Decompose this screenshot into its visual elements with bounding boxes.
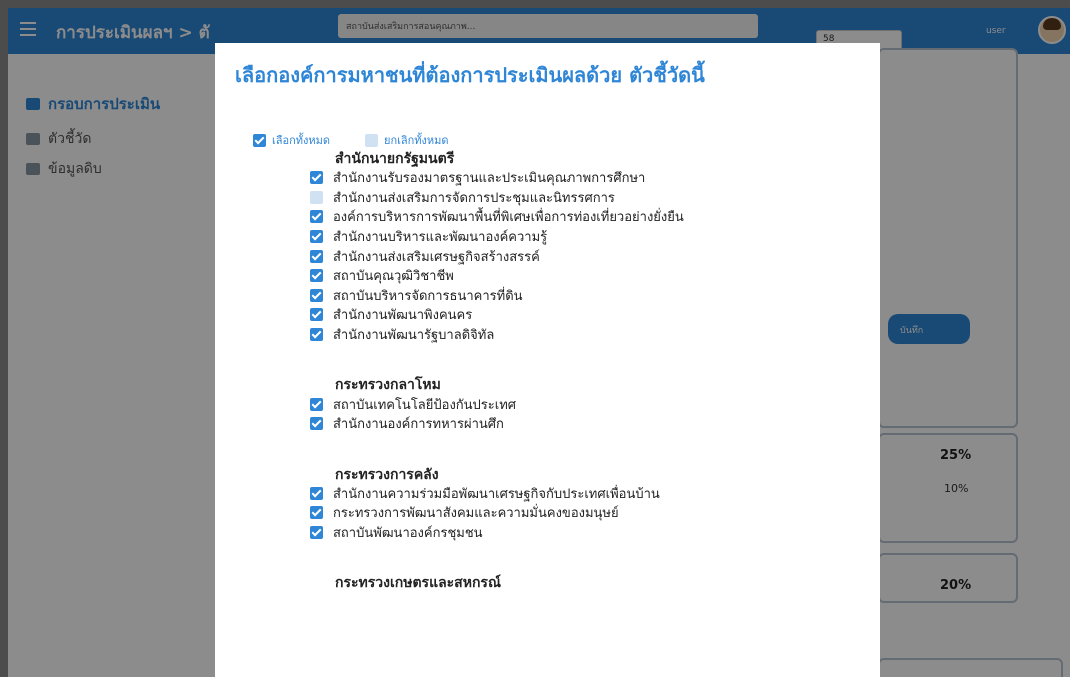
organization-label: สำนักงานพัฒนารัฐบาลดิจิทัล [333,328,495,344]
group-heading: สำนักนายกรัฐมนตรี [335,151,455,167]
organization-label: สถาบันพัฒนาองค์กรชุมชน [333,526,483,542]
checkbox-checked-icon [253,133,266,147]
deselect-all-label: ยกเลิกทั้งหมด [384,134,449,147]
organization-label: สถาบันเทคโนโลยีป้องกันประเทศ [333,397,517,413]
organization-list: สำนักนายกรัฐมนตรีสำนักงานรับรองมาตรฐานแล… [310,148,684,592]
select-all-button[interactable]: เลือกทั้งหมด [253,131,330,149]
organization-label: กระทรวงการพัฒนาสังคมและความมั่นคงของมนุษ… [333,506,619,522]
organization-label: สถาบันคุณวุฒิวิชาชีพ [333,269,454,285]
organization-checkbox-row[interactable]: สำนักงานรับรองมาตรฐานและประเมินคุณภาพการ… [310,168,684,188]
organization-label: สถาบันบริหารจัดการธนาคารที่ดิน [333,288,523,304]
organization-checkbox-row[interactable]: สำนักงานองค์การทหารผ่านศึก [310,414,684,434]
checkbox-checked-icon[interactable] [310,397,323,411]
organization-label: สำนักงานพัฒนาพิงคนคร [333,308,473,324]
group-heading: กระทรวงเกษตรและสหกรณ์ [335,575,501,592]
checkbox-unchecked-icon [365,133,378,147]
checkbox-checked-icon[interactable] [310,288,323,302]
organization-label: สำนักงานความร่วมมือพัฒนาเศรษฐกิจกับประเท… [333,486,660,502]
organization-label: สำนักงานรับรองมาตรฐานและประเมินคุณภาพการ… [333,171,646,187]
organization-checkbox-row[interactable]: สำนักงานส่งเสริมการจัดการประชุมและนิทรรศ… [310,188,684,208]
organization-label: สำนักงานองค์การทหารผ่านศึก [333,417,504,433]
organization-label: สำนักงานบริหารและพัฒนาองค์ความรู้ [333,230,548,246]
checkbox-checked-icon[interactable] [310,328,323,342]
organization-checkbox-row[interactable]: สถาบันเทคโนโลยีป้องกันประเทศ [310,394,684,414]
organization-checkbox-row[interactable]: สำนักงานพัฒนาพิงคนคร [310,305,684,325]
checkbox-checked-icon[interactable] [310,308,323,322]
deselect-all-button[interactable]: ยกเลิกทั้งหมด [365,131,449,149]
checkbox-checked-icon[interactable] [310,486,323,500]
checkbox-unchecked-icon[interactable] [310,190,323,204]
checkbox-checked-icon[interactable] [310,230,323,244]
organization-checkbox-row[interactable]: สำนักงานบริหารและพัฒนาองค์ความรู้ [310,227,684,247]
checkbox-checked-icon[interactable] [310,171,323,185]
organization-checkbox-row[interactable]: สถาบันพัฒนาองค์กรชุมชน [310,523,684,543]
organization-label: องค์การบริหารการพัฒนาพื้นที่พิเศษเพื่อกา… [333,210,684,226]
select-all-label: เลือกทั้งหมด [272,134,331,147]
checkbox-checked-icon[interactable] [310,210,323,224]
checkbox-checked-icon[interactable] [310,506,323,520]
organization-checkbox-row[interactable]: สถาบันคุณวุฒิวิชาชีพ [310,266,684,286]
checkbox-checked-icon[interactable] [310,417,323,431]
organization-label: สำนักงานส่งเสริมเศรษฐกิจสร้างสรรค์ [333,249,540,265]
group-heading: กระทรวงการคลัง [335,466,439,483]
modal-title: เลือกองค์การมหาชนที่ต้องการประเมินผลด้วย… [235,63,705,87]
checkbox-checked-icon[interactable] [310,526,323,540]
organization-checkbox-row[interactable]: องค์การบริหารการพัฒนาพื้นที่พิเศษเพื่อกา… [310,207,684,227]
organization-checkbox-row[interactable]: สถาบันบริหารจัดการธนาคารที่ดิน [310,286,684,306]
group-heading: กระทรวงกลาโหม [335,377,441,394]
checkbox-checked-icon[interactable] [310,269,323,283]
organization-checkbox-row[interactable]: สำนักงานพัฒนารัฐบาลดิจิทัล [310,325,684,345]
checkbox-checked-icon[interactable] [310,249,323,263]
organization-checkbox-row[interactable]: สำนักงานส่งเสริมเศรษฐกิจสร้างสรรค์ [310,246,684,266]
organization-checkbox-row[interactable]: สำนักงานความร่วมมือพัฒนาเศรษฐกิจกับประเท… [310,484,684,504]
organization-checkbox-row[interactable]: กระทรวงการพัฒนาสังคมและความมั่นคงของมนุษ… [310,503,684,523]
select-organizations-modal: เลือกองค์การมหาชนที่ต้องการประเมินผลด้วย… [215,43,880,677]
organization-label: สำนักงานส่งเสริมการจัดการประชุมและนิทรรศ… [333,190,615,206]
